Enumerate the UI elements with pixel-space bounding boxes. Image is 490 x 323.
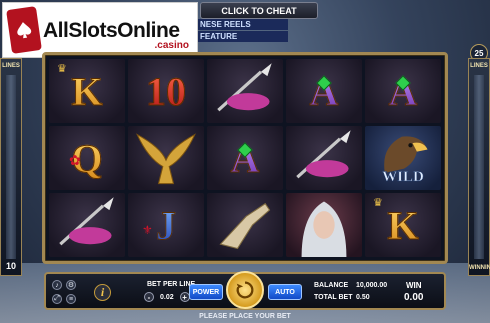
bet-per-line-label: BET PER LINE [147,281,196,288]
winning-label-right: WINNING [469,265,490,271]
reels-frame: ♛ K 10 A A Q ✿ A WILD J ⚜ ♛ K [42,52,448,264]
logo-brand-text: AllSlotsOnline [43,18,180,42]
symbol-10: 10 [128,59,204,123]
gauntlet-icon [219,202,271,250]
crown-icon: ♛ [373,197,383,209]
lines-label-right: LINES [470,63,488,69]
lines-panel-left: LINES 10 [0,58,22,276]
symbol-golden-eagle [128,126,204,190]
symbol-a: A [286,59,362,123]
symbol-wild: WILD [365,126,441,190]
golden-eagle-icon [136,133,196,185]
bet-decrease-button[interactable]: - [144,292,154,302]
symbol-q: Q ✿ [49,126,125,190]
lines-bar-left [6,75,16,259]
wild-label: WILD [382,169,424,186]
symbol-warrior [286,193,362,257]
balance-value: 10,000.00 [356,282,388,289]
symbol-a: A [365,59,441,123]
win-label: WIN [406,281,422,290]
total-bet-value: 0.50 [356,294,370,301]
warrior-woman-icon [301,201,347,257]
symbol-letter: J [156,202,177,248]
symbol-spear [207,59,283,123]
symbol-spear [49,193,125,257]
symbol-j: J ⚜ [128,193,204,257]
lines-panel-right: LINES WINNING [468,58,490,276]
reels-grid: ♛ K 10 A A Q ✿ A WILD J ⚜ ♛ K [49,59,441,257]
feature-strip-2: FEATURE [198,31,288,42]
bet-per-line-value: 0.02 [160,293,174,301]
symbol-k: ♛ K [49,59,125,123]
sound-icon[interactable]: ♪ [52,280,62,290]
control-bar: ♪ ⚙ ⤢ ≡ i BET PER LINE - 0.02 + POWER AU… [44,271,446,310]
status-message: PLEASE PLACE YOUR BET [199,313,291,320]
total-bet-label: TOTAL BET [314,294,353,301]
lines-bar-right [474,75,484,259]
lines-value-left: 10 [5,261,16,271]
spin-button[interactable] [226,271,264,309]
symbol-letter: 10 [146,68,187,114]
balance-label: BALANCE [314,282,349,289]
logo-sub-text: .casino [154,40,189,51]
symbol-a: A [207,126,283,190]
win-value: 0.00 [404,292,424,303]
info-button[interactable]: i [94,284,111,301]
power-button[interactable]: POWER [189,284,223,300]
spear-icon [217,63,272,112]
lines-label-left: LINES [2,63,20,69]
cheat-button[interactable]: CLICK TO CHEAT [200,2,318,19]
symbol-letter: K [387,202,419,248]
spear-icon [59,197,114,246]
symbol-letter: K [71,68,103,114]
rose-icon: ✿ [69,152,81,168]
casino-logo: AllSlotsOnline .casino [2,2,198,58]
symbol-spear [286,126,362,190]
symbol-k: ♛ K [365,193,441,257]
bet-per-line-control: - 0.02 + [144,292,190,302]
spear-icon [296,130,351,179]
fullscreen-icon[interactable]: ⤢ [52,294,62,304]
symbol-gauntlet [207,193,283,257]
menu-icon[interactable]: ≡ [66,294,76,304]
crown-icon: ♛ [57,63,67,75]
spade-card-icon [6,6,42,54]
auto-button[interactable]: AUTO [268,284,302,300]
fleur-icon: ⚜ [142,223,153,237]
settings-icon[interactable]: ⚙ [66,280,76,290]
spin-icon [236,281,254,299]
feature-strip-1: NESE REELS [198,19,288,30]
